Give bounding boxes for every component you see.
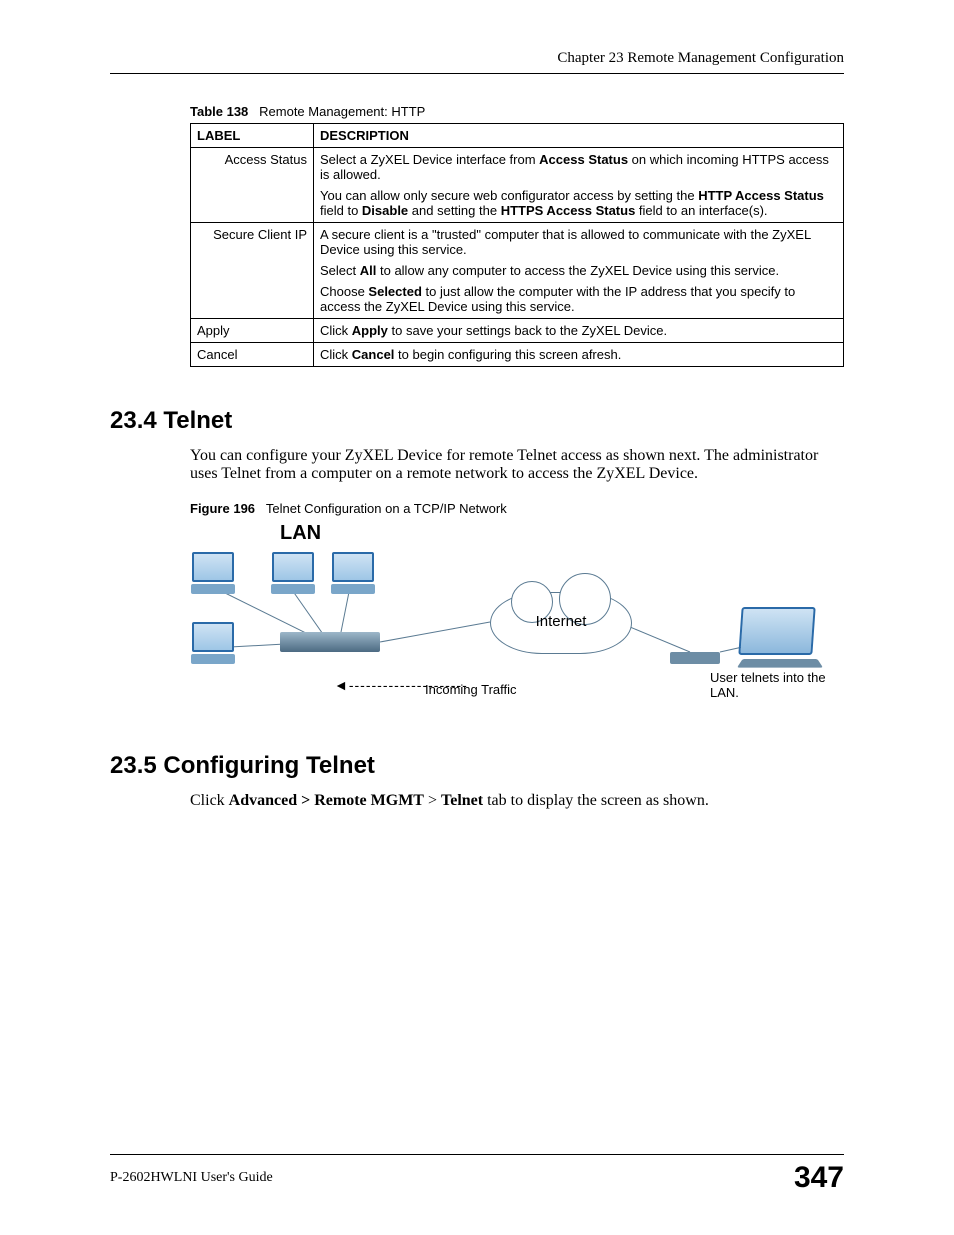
remote-mgmt-table: LABEL DESCRIPTION Access Status Select a… [190,123,844,367]
table-title: Remote Management: HTTP [259,104,425,119]
chapter-header: Chapter 23 Remote Management Configurati… [110,50,844,67]
table-caption: Table 138 Remote Management: HTTP [190,104,844,119]
table-row: Secure Client IP A secure client is a "t… [191,223,844,319]
text: field to an interface(s). [635,203,767,218]
text: Click [320,323,352,338]
computer-icon [270,552,316,594]
text: You can allow only secure web configurat… [320,188,698,203]
row-secure-client-desc: A secure client is a "trusted" computer … [314,223,844,319]
text: and setting the [408,203,501,218]
modem-icon [670,652,720,664]
cloud-icon: Internet [490,592,632,654]
section-234-body: You can configure your ZyXEL Device for … [190,447,844,483]
computer-icon [330,552,376,594]
row-secure-client-label: Secure Client IP [191,223,314,319]
text: > [424,792,441,809]
section-234-heading: 23.4 Telnet [110,407,844,435]
row-apply-desc: Click Apply to save your settings back t… [314,319,844,343]
text: Select a ZyXEL Device interface from [320,152,539,167]
figure-title: Telnet Configuration on a TCP/IP Network [266,501,507,516]
text-bold: Access Status [539,152,628,167]
col-label: LABEL [191,124,314,148]
user-telnets-label: User telnets into the LAN. [710,670,840,700]
text: to begin configuring this screen afresh. [394,347,621,362]
text-bold: HTTPS Access Status [501,203,636,218]
page-footer: P-2602HWLNI User's Guide 347 [110,1154,844,1195]
internet-label: Internet [536,613,587,630]
row-cancel-label: Cancel [191,343,314,367]
page-number: 347 [794,1161,844,1195]
lan-label: LAN [280,522,321,545]
figure-diagram: LAN Internet ◄--------------------- Inco… [190,522,830,712]
table-row: Access Status Select a ZyXEL Device inte… [191,148,844,223]
text: Click [320,347,352,362]
text: to allow any computer to access the ZyXE… [376,263,779,278]
col-description: DESCRIPTION [314,124,844,148]
text-bold: HTTP Access Status [698,188,824,203]
table-number: Table 138 [190,104,248,119]
text-bold: Advanced > Remote MGMT [229,792,424,809]
laptop-icon [740,607,820,669]
section-235-heading: 23.5 Configuring Telnet [110,752,844,780]
table-row: Cancel Click Cancel to begin configuring… [191,343,844,367]
text: field to [320,203,362,218]
figure-caption: Figure 196 Telnet Configuration on a TCP… [190,501,844,516]
incoming-traffic-label: Incoming Traffic [425,682,517,697]
row-cancel-desc: Click Cancel to begin configuring this s… [314,343,844,367]
row-access-status-label: Access Status [191,148,314,223]
text-bold: All [360,263,377,278]
row-access-status-desc: Select a ZyXEL Device interface from Acc… [314,148,844,223]
table-row: Apply Click Apply to save your settings … [191,319,844,343]
header-rule [110,73,844,74]
text: to save your settings back to the ZyXEL … [388,323,667,338]
figure-number: Figure 196 [190,501,255,516]
footer-guide: P-2602HWLNI User's Guide [110,1170,273,1186]
text-bold: Telnet [441,792,483,809]
section-235-body: Click Advanced > Remote MGMT > Telnet ta… [190,792,844,810]
text-bold: Selected [368,284,421,299]
text: Choose [320,284,368,299]
text: Click [190,792,229,809]
table-header-row: LABEL DESCRIPTION [191,124,844,148]
text: tab to display the screen as shown. [483,792,709,809]
text-bold: Apply [352,323,388,338]
router-icon [280,632,380,652]
text-bold: Disable [362,203,408,218]
text-bold: Cancel [352,347,395,362]
row-apply-label: Apply [191,319,314,343]
text: Select [320,263,360,278]
text: A secure client is a "trusted" computer … [320,227,837,257]
computer-icon [190,622,236,664]
computer-icon [190,552,236,594]
